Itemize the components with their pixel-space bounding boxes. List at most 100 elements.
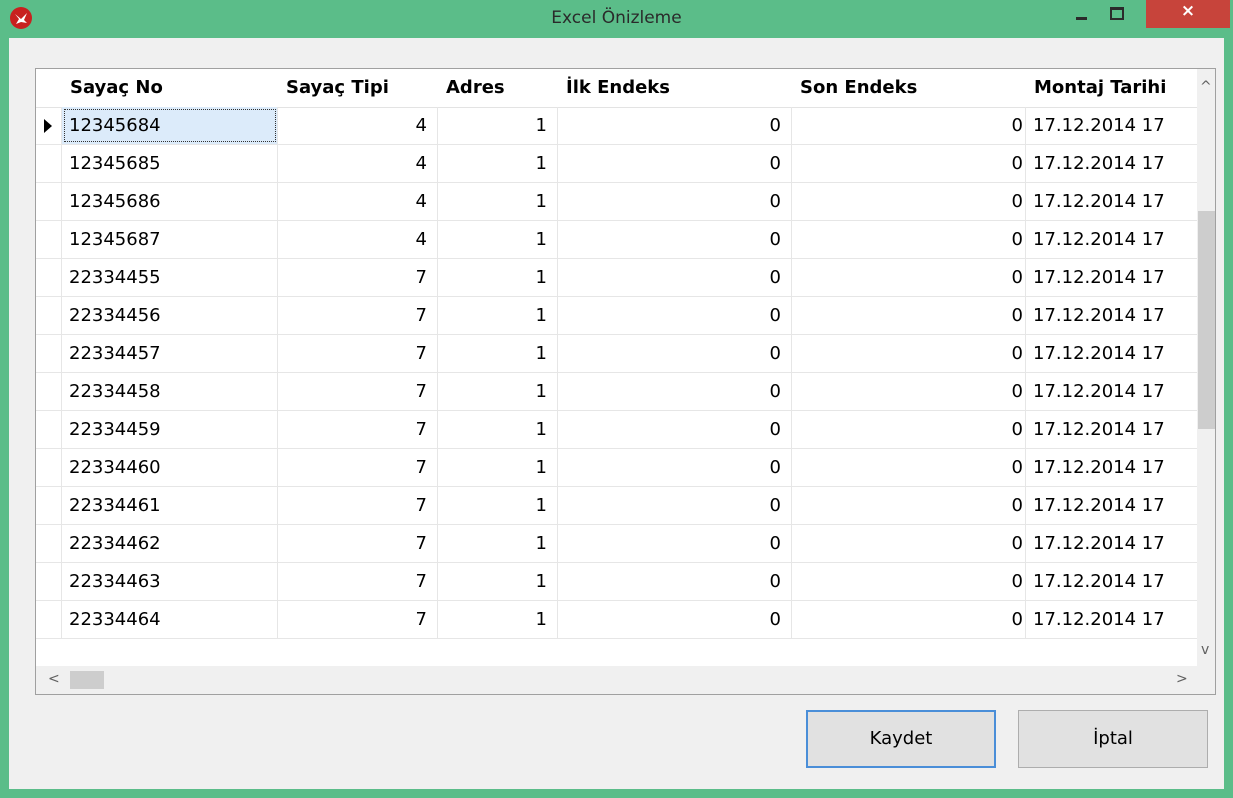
cell-montaj-tarihi[interactable]: 17.12.2014 17: [1026, 297, 1197, 334]
cell-sayac-tipi[interactable]: 7: [278, 411, 438, 448]
cell-sayac-tipi[interactable]: 4: [278, 145, 438, 182]
column-header-sayac-no[interactable]: Sayaç No: [62, 69, 278, 107]
row-header[interactable]: [36, 487, 62, 524]
cell-sayac-no[interactable]: 22334457: [62, 335, 278, 372]
table-row[interactable]: 22334457 7 1 0 0 17.12.2014 17: [36, 335, 1197, 373]
cell-ilk-endeks[interactable]: 0: [558, 335, 792, 372]
cell-adres[interactable]: 1: [438, 297, 558, 334]
cell-son-endeks[interactable]: 0: [792, 449, 1026, 486]
row-header[interactable]: [36, 221, 62, 258]
save-button[interactable]: Kaydet: [806, 710, 996, 768]
table-row[interactable]: 12345685 4 1 0 0 17.12.2014 17: [36, 145, 1197, 183]
horizontal-scrollbar[interactable]: < >: [36, 666, 1197, 694]
cell-sayac-tipi[interactable]: 4: [278, 221, 438, 258]
cell-montaj-tarihi[interactable]: 17.12.2014 17: [1026, 183, 1197, 220]
cell-sayac-no[interactable]: 22334462: [62, 525, 278, 562]
table-row[interactable]: 22334461 7 1 0 0 17.12.2014 17: [36, 487, 1197, 525]
column-header-sayac-tipi[interactable]: Sayaç Tipi: [278, 69, 438, 107]
cell-sayac-no[interactable]: 22334460: [62, 449, 278, 486]
cell-sayac-tipi[interactable]: 4: [278, 107, 438, 144]
cell-son-endeks[interactable]: 0: [792, 335, 1026, 372]
cell-adres[interactable]: 1: [438, 107, 558, 144]
cell-ilk-endeks[interactable]: 0: [558, 563, 792, 600]
cell-sayac-tipi[interactable]: 7: [278, 335, 438, 372]
cell-son-endeks[interactable]: 0: [792, 601, 1026, 638]
cell-ilk-endeks[interactable]: 0: [558, 487, 792, 524]
cell-sayac-no[interactable]: 12345687: [62, 221, 278, 258]
cell-adres[interactable]: 1: [438, 145, 558, 182]
cell-ilk-endeks[interactable]: 0: [558, 449, 792, 486]
cell-adres[interactable]: 1: [438, 563, 558, 600]
cell-son-endeks[interactable]: 0: [792, 411, 1026, 448]
cell-ilk-endeks[interactable]: 0: [558, 145, 792, 182]
cell-ilk-endeks[interactable]: 0: [558, 525, 792, 562]
horizontal-scroll-thumb[interactable]: [70, 671, 104, 689]
cell-montaj-tarihi[interactable]: 17.12.2014 17: [1026, 373, 1197, 410]
cell-montaj-tarihi[interactable]: 17.12.2014 17: [1026, 601, 1197, 638]
cell-sayac-tipi[interactable]: 7: [278, 601, 438, 638]
cell-montaj-tarihi[interactable]: 17.12.2014 17: [1026, 107, 1197, 144]
cell-son-endeks[interactable]: 0: [792, 297, 1026, 334]
row-header[interactable]: [36, 525, 62, 562]
cell-adres[interactable]: 1: [438, 373, 558, 410]
scroll-left-icon[interactable]: <: [48, 671, 60, 687]
cell-montaj-tarihi[interactable]: 17.12.2014 17: [1026, 259, 1197, 296]
cell-son-endeks[interactable]: 0: [792, 107, 1026, 144]
cell-adres[interactable]: 1: [438, 601, 558, 638]
table-row[interactable]: 22334460 7 1 0 0 17.12.2014 17: [36, 449, 1197, 487]
cell-sayac-no[interactable]: 22334464: [62, 601, 278, 638]
cell-sayac-tipi[interactable]: 7: [278, 525, 438, 562]
cell-sayac-no[interactable]: 22334456: [62, 297, 278, 334]
maximize-button[interactable]: [1099, 0, 1133, 28]
cell-sayac-no[interactable]: 12345686: [62, 183, 278, 220]
cell-montaj-tarihi[interactable]: 17.12.2014 17: [1026, 563, 1197, 600]
cell-ilk-endeks[interactable]: 0: [558, 297, 792, 334]
cell-adres[interactable]: 1: [438, 183, 558, 220]
table-row[interactable]: 12345684 4 1 0 0 17.12.2014 17: [36, 107, 1197, 145]
row-header[interactable]: [36, 297, 62, 334]
cell-sayac-tipi[interactable]: 7: [278, 259, 438, 296]
column-header-montaj-tarihi[interactable]: Montaj Tarihi: [1026, 69, 1197, 107]
table-row[interactable]: 22334459 7 1 0 0 17.12.2014 17: [36, 411, 1197, 449]
row-header[interactable]: [36, 563, 62, 600]
table-row[interactable]: 22334456 7 1 0 0 17.12.2014 17: [36, 297, 1197, 335]
cell-sayac-tipi[interactable]: 7: [278, 297, 438, 334]
cell-sayac-no[interactable]: 12345684: [62, 107, 278, 144]
scroll-up-icon[interactable]: ^: [1200, 79, 1212, 95]
table-row[interactable]: 22334458 7 1 0 0 17.12.2014 17: [36, 373, 1197, 411]
cell-ilk-endeks[interactable]: 0: [558, 183, 792, 220]
cell-adres[interactable]: 1: [438, 487, 558, 524]
cell-sayac-no[interactable]: 22334463: [62, 563, 278, 600]
cell-montaj-tarihi[interactable]: 17.12.2014 17: [1026, 335, 1197, 372]
cell-montaj-tarihi[interactable]: 17.12.2014 17: [1026, 411, 1197, 448]
cell-sayac-tipi[interactable]: 7: [278, 487, 438, 524]
cell-montaj-tarihi[interactable]: 17.12.2014 17: [1026, 449, 1197, 486]
cell-montaj-tarihi[interactable]: 17.12.2014 17: [1026, 487, 1197, 524]
table-row[interactable]: 22334462 7 1 0 0 17.12.2014 17: [36, 525, 1197, 563]
cell-sayac-no[interactable]: 22334459: [62, 411, 278, 448]
cell-son-endeks[interactable]: 0: [792, 145, 1026, 182]
cell-ilk-endeks[interactable]: 0: [558, 373, 792, 410]
row-header[interactable]: [36, 107, 62, 144]
cell-adres[interactable]: 1: [438, 335, 558, 372]
row-header[interactable]: [36, 335, 62, 372]
table-row[interactable]: 12345687 4 1 0 0 17.12.2014 17: [36, 221, 1197, 259]
row-header[interactable]: [36, 259, 62, 296]
scroll-right-icon[interactable]: >: [1176, 671, 1188, 687]
table-row[interactable]: 12345686 4 1 0 0 17.12.2014 17: [36, 183, 1197, 221]
vertical-scroll-thumb[interactable]: [1198, 211, 1215, 429]
table-row[interactable]: 22334464 7 1 0 0 17.12.2014 17: [36, 601, 1197, 639]
cell-sayac-no[interactable]: 22334455: [62, 259, 278, 296]
row-header[interactable]: [36, 145, 62, 182]
cell-adres[interactable]: 1: [438, 259, 558, 296]
row-header[interactable]: [36, 411, 62, 448]
cell-adres[interactable]: 1: [438, 449, 558, 486]
cell-sayac-tipi[interactable]: 7: [278, 563, 438, 600]
cell-adres[interactable]: 1: [438, 411, 558, 448]
vertical-scrollbar[interactable]: ^ v: [1197, 69, 1215, 666]
cell-son-endeks[interactable]: 0: [792, 373, 1026, 410]
cell-son-endeks[interactable]: 0: [792, 221, 1026, 258]
cell-sayac-no[interactable]: 22334461: [62, 487, 278, 524]
cell-sayac-tipi[interactable]: 7: [278, 449, 438, 486]
preview-data-grid[interactable]: Sayaç No Sayaç Tipi Adres İlk Endeks Son…: [35, 68, 1216, 695]
